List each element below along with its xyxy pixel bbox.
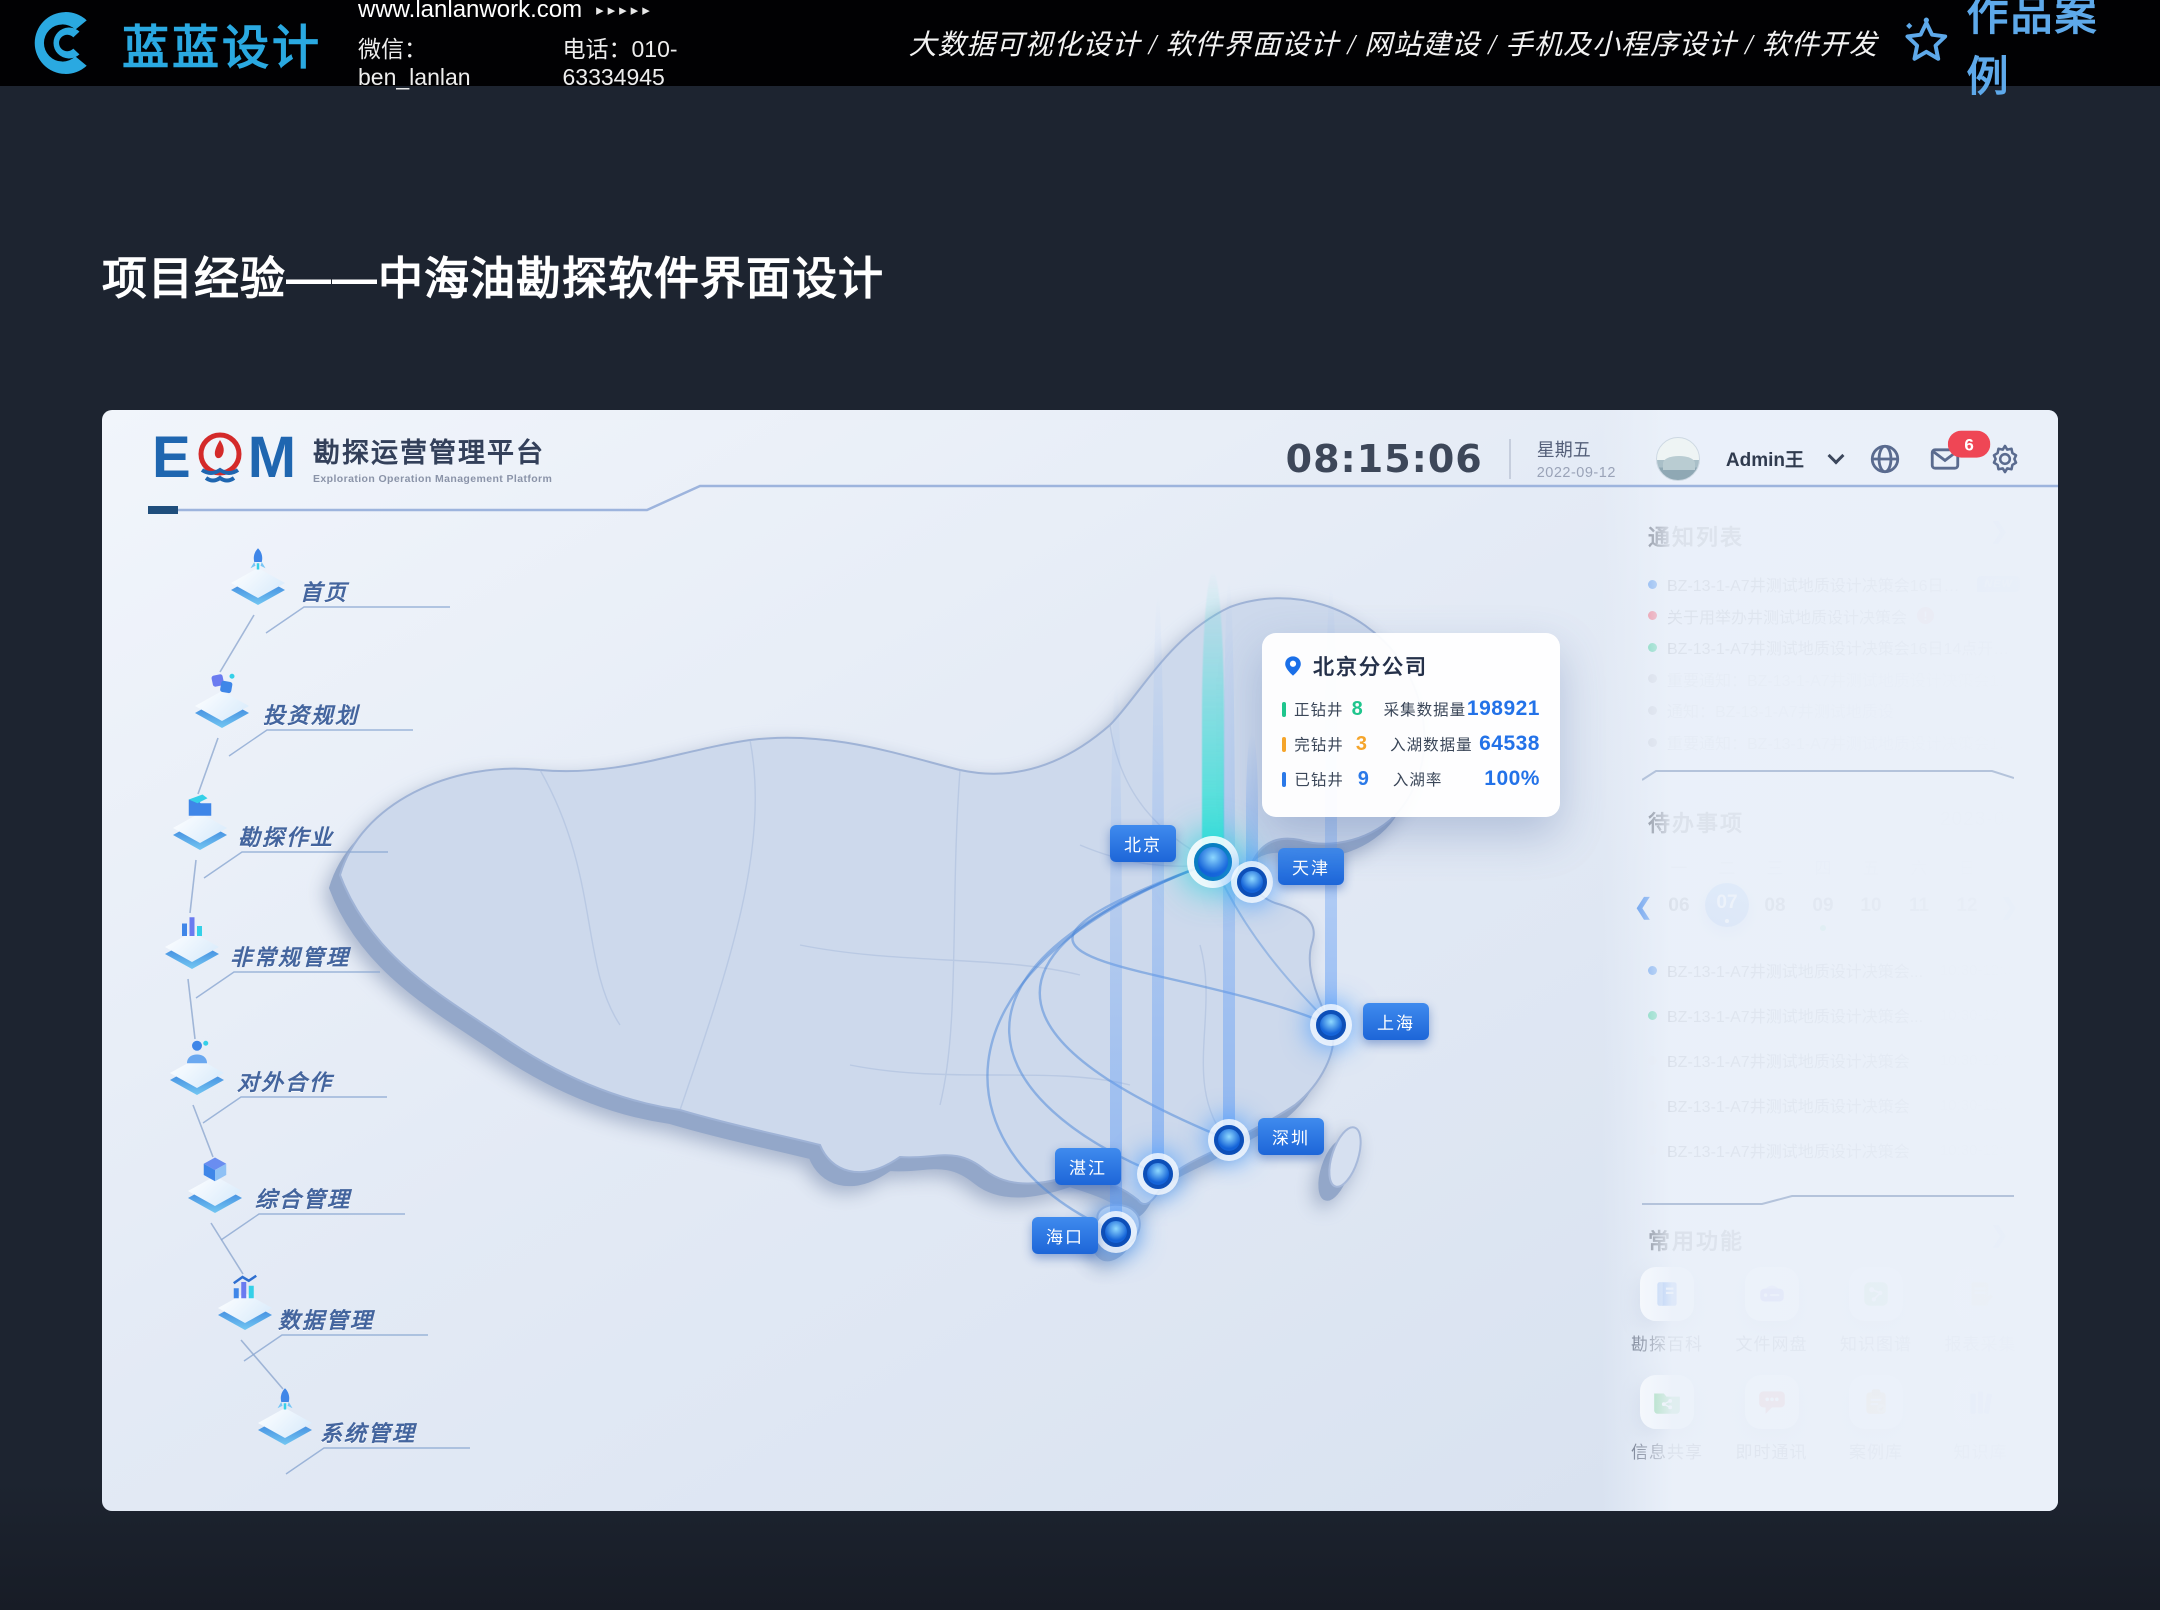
arrows-decoration: ▸▸▸▸▸	[596, 1, 654, 19]
sidebar-item-label: 非常规管理	[230, 940, 350, 972]
sidebar-glyph-icon	[205, 670, 239, 700]
sidebar-glyph-icon	[183, 792, 217, 822]
stat-bar	[1282, 737, 1286, 752]
stat-value: 8	[1352, 698, 1384, 721]
page-title: 项目经验——中海油勘探软件界面设计	[102, 242, 884, 307]
city-marker-海口[interactable]	[1101, 1217, 1131, 1247]
stat-bar	[1282, 702, 1286, 717]
stat-label: 完钻井	[1294, 733, 1356, 755]
dashboard-screenshot: 北京天津上海深圳湛江海口 E M 勘探运营管理平台 Exploration Op…	[102, 410, 2058, 1511]
stat-value: 3	[1356, 733, 1390, 756]
tooltip-stat-row: 正钻井 8 采集数据量 198921	[1282, 697, 1540, 721]
city-label-深圳[interactable]: 深圳	[1258, 1118, 1324, 1155]
date-label: 2022-09-12	[1537, 465, 1616, 481]
platform-icon	[190, 685, 254, 731]
platform-icon	[253, 1402, 317, 1448]
sidebar-item-label: 系统管理	[320, 1416, 416, 1448]
platform-icon	[165, 1052, 229, 1098]
platform-icon	[183, 1170, 247, 1216]
cnooc-emblem-icon	[194, 430, 246, 486]
platform-icon	[226, 562, 290, 608]
light-beam	[1152, 594, 1164, 1174]
site-header: 蓝蓝设计 www.lanlanwork.com ▸▸▸▸▸ 微信：ben_lan…	[0, 0, 2160, 86]
city-marker-天津[interactable]	[1237, 867, 1267, 897]
metric-value: 198921	[1467, 697, 1540, 721]
light-beam	[1202, 572, 1224, 862]
chevron-down-icon[interactable]	[1828, 447, 1845, 464]
city-label-北京[interactable]: 北京	[1110, 825, 1176, 862]
metric-label: 入湖数据量	[1390, 733, 1479, 755]
app-logo: E M 勘探运营管理平台 Exploration Operation Manag…	[152, 424, 552, 491]
stat-label: 已钻井	[1294, 768, 1357, 790]
lanlan-logo-icon	[28, 10, 100, 76]
brand-name: 蓝蓝设计	[122, 9, 322, 78]
ecm-logo: E M	[152, 424, 297, 491]
map-pin-icon	[1282, 654, 1304, 678]
stat-value: 9	[1358, 768, 1393, 791]
metric-label: 采集数据量	[1384, 698, 1467, 720]
city-label-天津[interactable]: 天津	[1278, 848, 1344, 885]
metric-value: 64538	[1479, 732, 1540, 756]
sidebar-glyph-icon	[241, 547, 275, 577]
sidebar-glyph-icon	[180, 1037, 214, 1067]
star-icon	[1900, 15, 1953, 71]
sidebar-item-label: 数据管理	[278, 1303, 374, 1335]
ecm-letter-m: M	[248, 424, 297, 491]
divider	[1509, 439, 1511, 479]
platform-icon	[160, 926, 224, 972]
stat-label: 正钻井	[1294, 698, 1352, 720]
avatar[interactable]	[1656, 437, 1700, 481]
sidebar-glyph-icon	[268, 1387, 302, 1417]
city-label-海口[interactable]: 海口	[1032, 1217, 1098, 1254]
portfolio-button[interactable]: 作品案例	[1900, 0, 2132, 104]
city-marker-上海[interactable]	[1316, 1010, 1346, 1040]
gear-icon[interactable]	[1988, 442, 2022, 476]
clock: 08:15:06	[1286, 437, 1483, 481]
sidebar-item-label: 首页	[300, 575, 348, 607]
mail-icon[interactable]: 6	[1928, 442, 1962, 476]
contact-block: www.lanlanwork.com ▸▸▸▸▸ 微信：ben_lanlan 电…	[358, 0, 767, 91]
sidebar-glyph-icon	[175, 911, 209, 941]
section-divider	[1642, 1192, 2014, 1210]
right-panel	[1602, 410, 2058, 1511]
city-label-上海[interactable]: 上海	[1363, 1003, 1429, 1040]
sidebar-glyph-icon	[198, 1155, 232, 1185]
website-link[interactable]: www.lanlanwork.com	[358, 0, 582, 24]
weekday-label: 星期五	[1537, 436, 1616, 462]
metric-value: 100%	[1484, 767, 1540, 791]
platform-name: 勘探运营管理平台	[313, 431, 552, 470]
services-nav[interactable]: 大数据可视化设计 / 软件界面设计 / 网站建设 / 手机及小程序设计 / 软件…	[909, 23, 1878, 63]
light-beam	[1246, 732, 1258, 882]
platform-icon	[168, 807, 232, 853]
sidebar-item-label: 综合管理	[255, 1182, 351, 1214]
portfolio-label: 作品案例	[1966, 0, 2132, 104]
tooltip-stat-row: 完钻井 3 入湖数据量 64538	[1282, 732, 1540, 756]
platform-name-en: Exploration Operation Management Platfor…	[313, 473, 552, 485]
wechat-label: 微信：ben_lanlan	[358, 30, 529, 91]
stat-bar	[1282, 772, 1286, 787]
sidebar-item-label: 投资规划	[263, 698, 359, 730]
sidebar-glyph-icon	[228, 1272, 262, 1302]
city-marker-北京[interactable]	[1194, 843, 1232, 881]
ecm-letter-e: E	[152, 424, 192, 491]
city-marker-湛江[interactable]	[1143, 1159, 1173, 1189]
section-divider	[1642, 766, 2014, 784]
globe-icon[interactable]	[1868, 442, 1902, 476]
platform-icon	[213, 1287, 277, 1333]
sidebar-item-label: 勘探作业	[238, 820, 334, 852]
user-name[interactable]: Admin王	[1726, 445, 1804, 472]
tooltip-stat-row: 已钻井 9 入湖率 100%	[1282, 767, 1540, 791]
mail-badge: 6	[1948, 430, 1991, 457]
tooltip-title: 北京分公司	[1313, 651, 1428, 681]
city-marker-深圳[interactable]	[1214, 1125, 1244, 1155]
phone-label: 电话：010-63334945	[563, 30, 767, 91]
metric-label: 入湖率	[1393, 768, 1484, 790]
city-label-湛江[interactable]: 湛江	[1055, 1148, 1121, 1185]
sidebar-item-label: 对外合作	[237, 1065, 333, 1097]
city-tooltip: 北京分公司 正钻井 8 采集数据量 198921 完钻井 3 入湖数据量 645…	[1262, 633, 1560, 817]
